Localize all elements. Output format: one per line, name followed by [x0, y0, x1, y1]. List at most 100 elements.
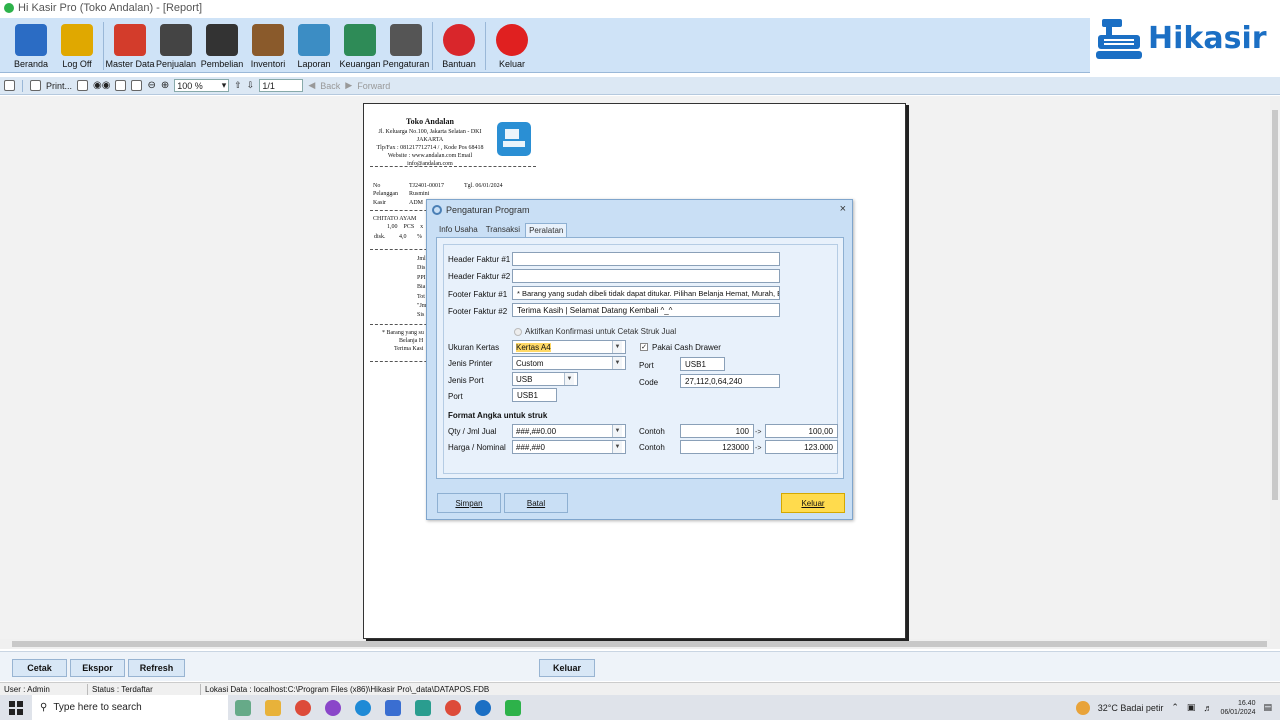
edge-icon[interactable]: [355, 699, 371, 716]
taskbar-search[interactable]: ⚲ Type here to search: [32, 695, 228, 720]
receipt-logo-icon: [497, 122, 531, 156]
app-icon[interactable]: [385, 699, 401, 716]
cash-register-icon: [1096, 17, 1142, 61]
binoculars-icon[interactable]: ◉◉: [93, 80, 110, 91]
tab-peralatan[interactable]: Peralatan: [525, 223, 568, 237]
receipt-footer: Terima Kasi: [394, 346, 424, 352]
forward-button[interactable]: Forward: [357, 81, 390, 91]
chrome-profile-icon[interactable]: [325, 699, 341, 716]
qty-format-select[interactable]: ###,##0.00 ▼: [512, 424, 626, 438]
weather-text[interactable]: 32°C Badai petir: [1098, 703, 1164, 713]
header2-field[interactable]: [512, 269, 780, 283]
tray-chevron-icon[interactable]: ⌃: [1171, 702, 1179, 713]
tab-transaksi[interactable]: Transaksi: [483, 223, 523, 237]
save-button[interactable]: Simpan: [437, 493, 501, 513]
qty-example-output: 100,00: [765, 424, 838, 438]
price-format-value: ###,##0: [516, 442, 545, 452]
gear-icon: [390, 24, 422, 56]
toolbar-log-off-button[interactable]: Log Off: [54, 18, 100, 69]
price-example-input[interactable]: 123000: [680, 440, 754, 454]
multi-page-icon[interactable]: [131, 80, 143, 91]
divider: [370, 166, 536, 167]
main-toolbar: Beranda Log Off Master Data Penjualan Pembel…: [0, 18, 1090, 73]
page-input[interactable]: 1/1: [259, 79, 304, 92]
receipt-item: CHITATO AYAM: [373, 216, 417, 222]
toolbar-pembelian-button[interactable]: Pembelian: [199, 18, 245, 69]
status-bar: User : Admin Status : Terdaftar Lokasi D…: [0, 682, 1280, 695]
toolbar-pengaturan-button[interactable]: Pengaturan: [383, 18, 429, 69]
single-page-icon[interactable]: [115, 80, 127, 91]
sidebar-toggle-icon[interactable]: [4, 80, 15, 91]
toolbar-bantuan-button[interactable]: Bantuan: [436, 18, 482, 69]
zoom-in-icon[interactable]: ⊕: [161, 80, 169, 91]
clock[interactable]: 16.40 06/01/2024: [1220, 699, 1255, 717]
paper-size-select[interactable]: Kertas A4 ▼: [512, 340, 626, 354]
network-icon[interactable]: ▣: [1187, 702, 1196, 713]
exit-button[interactable]: Keluar: [781, 493, 845, 513]
chevron-down-icon: ▼: [612, 341, 622, 353]
zoom-out-icon[interactable]: ⊖: [147, 80, 155, 91]
close-report-button[interactable]: Keluar: [539, 659, 595, 677]
code-field[interactable]: 27,112,0,64,240: [680, 374, 780, 388]
close-icon[interactable]: ×: [840, 203, 846, 215]
toolbar-keuangan-button[interactable]: Keuangan: [337, 18, 383, 69]
toolbar-keluar-button[interactable]: Keluar: [489, 18, 535, 69]
printer-type-select[interactable]: Custom ▼: [512, 356, 626, 370]
port-type-select[interactable]: USB ▼: [512, 372, 578, 386]
receipt-customer-value: Rusmini: [409, 191, 430, 197]
back-button[interactable]: Back: [320, 81, 340, 91]
toolbar-inventori-button[interactable]: Inventori: [245, 18, 291, 69]
zoom-select[interactable]: 100 % ▾: [174, 79, 230, 92]
footer2-field[interactable]: Terima Kasih | Selamat Datang Kembali ^_…: [512, 303, 780, 317]
windows-start-icon[interactable]: [0, 695, 32, 720]
tab-info-usaha[interactable]: Info Usaha: [436, 223, 481, 237]
next-page-icon[interactable]: ⇩: [247, 80, 255, 91]
app-icon[interactable]: [415, 699, 431, 716]
qty-example-input[interactable]: 100: [680, 424, 754, 438]
confirm-checkbox[interactable]: [514, 328, 522, 336]
toolbar-master-data-button[interactable]: Master Data: [105, 18, 155, 69]
separator: [22, 79, 23, 92]
app-icon[interactable]: [475, 699, 491, 716]
footer1-field[interactable]: * Barang yang sudah dibeli tidak dapat d…: [512, 286, 780, 300]
file-explorer-icon[interactable]: [265, 699, 281, 716]
task-view-icon[interactable]: [235, 699, 251, 716]
printer-icon[interactable]: [30, 80, 41, 91]
cash-drawer-checkbox[interactable]: ✓: [640, 343, 648, 351]
cd-port-field[interactable]: USB1: [680, 357, 725, 371]
toolbar-penjualan-button[interactable]: Penjualan: [153, 18, 199, 69]
header1-field[interactable]: [512, 252, 780, 266]
toolbar-laporan-button[interactable]: Laporan: [291, 18, 337, 69]
toolbar-label: Log Off: [62, 59, 92, 69]
chrome-icon[interactable]: [445, 699, 461, 716]
scroll-thumb[interactable]: [12, 641, 1267, 647]
cancel-button[interactable]: Batal: [504, 493, 568, 513]
back-icon[interactable]: ◀: [308, 80, 315, 91]
cd-port-label: Port: [639, 361, 654, 370]
prev-page-icon[interactable]: ⇧: [234, 80, 242, 91]
vertical-scrollbar[interactable]: [1270, 96, 1280, 639]
toolbar-beranda-button[interactable]: Beranda: [8, 18, 54, 69]
home-chart-icon: [15, 24, 47, 56]
price-format-select[interactable]: ###,##0 ▼: [512, 440, 626, 454]
address-line: Website : www.andalan.com Email: [387, 153, 473, 159]
chrome-icon[interactable]: [295, 699, 311, 716]
print-report-button[interactable]: Cetak: [12, 659, 67, 677]
copy-icon[interactable]: [77, 80, 89, 91]
help-icon: [443, 24, 475, 56]
scroll-thumb[interactable]: [1272, 110, 1278, 500]
forward-icon[interactable]: ▶: [345, 80, 352, 91]
port-field[interactable]: USB1: [512, 388, 557, 402]
weather-icon[interactable]: [1075, 700, 1090, 715]
hikasir-taskbar-icon[interactable]: [505, 699, 521, 716]
export-button[interactable]: Ekspor: [70, 659, 125, 677]
qty-format-label: Qty / Jml Jual: [448, 427, 497, 436]
volume-icon[interactable]: ♬: [1203, 703, 1212, 713]
horizontal-scrollbar[interactable]: [0, 639, 1280, 649]
format-section-title: Format Angka untuk struk: [448, 411, 548, 420]
refresh-button[interactable]: Refresh: [128, 659, 185, 677]
notification-icon[interactable]: ▤: [1263, 702, 1272, 713]
lock-icon: [61, 24, 93, 56]
receipt-customer-label: Pelanggan: [373, 191, 398, 197]
print-button[interactable]: Print...: [46, 81, 72, 91]
